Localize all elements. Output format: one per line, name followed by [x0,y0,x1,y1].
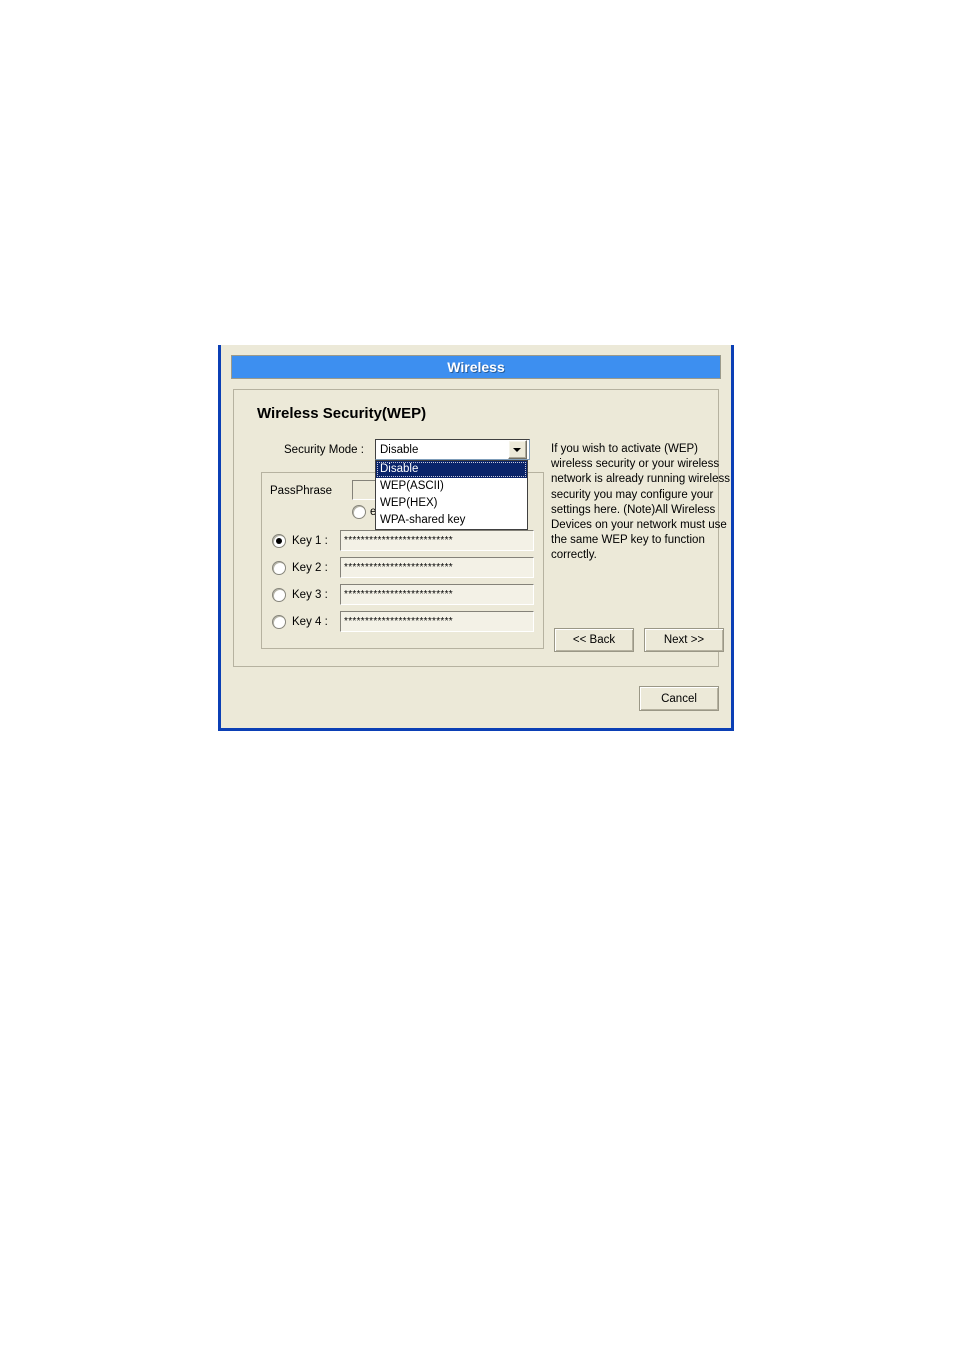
obscured-option-radio[interactable] [352,505,366,519]
chevron-down-icon[interactable] [508,440,527,459]
key-4-input[interactable]: ************************** [340,611,534,632]
key-row-2[interactable]: Key 2 : ************************** [272,557,534,578]
key-3-radio[interactable] [272,587,286,602]
key-row-1[interactable]: Key 1 : ************************** [272,530,534,551]
dropdown-option-wpa-shared-key[interactable]: WPA-shared key [376,512,527,529]
key-3-input[interactable]: ************************** [340,584,534,605]
security-mode-select[interactable]: Disable [375,439,530,460]
cancel-button[interactable]: Cancel [639,686,719,711]
key-2-input[interactable]: ************************** [340,557,534,578]
section-banner: Wireless [231,355,721,379]
key-row-3[interactable]: Key 3 : ************************** [272,584,534,605]
security-mode-dropdown-list[interactable]: Disable WEP(ASCII) WEP(HEX) WPA-shared k… [375,460,528,530]
wireless-security-panel: Wireless Security(WEP) Security Mode : D… [233,389,730,667]
dialog-client-area: Wireless Wireless Security(WEP) Security… [221,345,731,725]
key-4-radio[interactable] [272,614,286,629]
dropdown-option-disable[interactable]: Disable [376,461,527,478]
help-text: If you wish to activate (WEP) wireless s… [551,443,730,562]
page-background: Wireless - PS256002 Wireless Wireless Se… [0,0,954,1352]
key-1-label: Key 1 : [292,534,328,547]
key-2-radio[interactable] [272,560,286,575]
security-mode-label: Security Mode : [284,444,364,456]
next-button[interactable]: Next >> [644,628,724,652]
security-mode-value: Disable [380,443,419,456]
key-1-radio[interactable] [272,533,286,548]
key-2-label: Key 2 : [292,561,328,574]
key-3-label: Key 3 : [292,588,328,601]
dropdown-option-wep-hex[interactable]: WEP(HEX) [376,495,527,512]
dropdown-option-wep-ascii[interactable]: WEP(ASCII) [376,478,527,495]
key-1-input[interactable]: ************************** [340,530,534,551]
passphrase-label: PassPhrase [270,485,333,497]
key-4-label: Key 4 : [292,615,328,628]
page-title: Wireless Security(WEP) [257,405,427,422]
obscured-option-row[interactable]: e [352,505,376,519]
back-button[interactable]: << Back [554,628,634,652]
key-row-4[interactable]: Key 4 : ************************** [272,611,534,632]
wireless-dialog: Wireless Wireless Security(WEP) Security… [218,345,734,731]
